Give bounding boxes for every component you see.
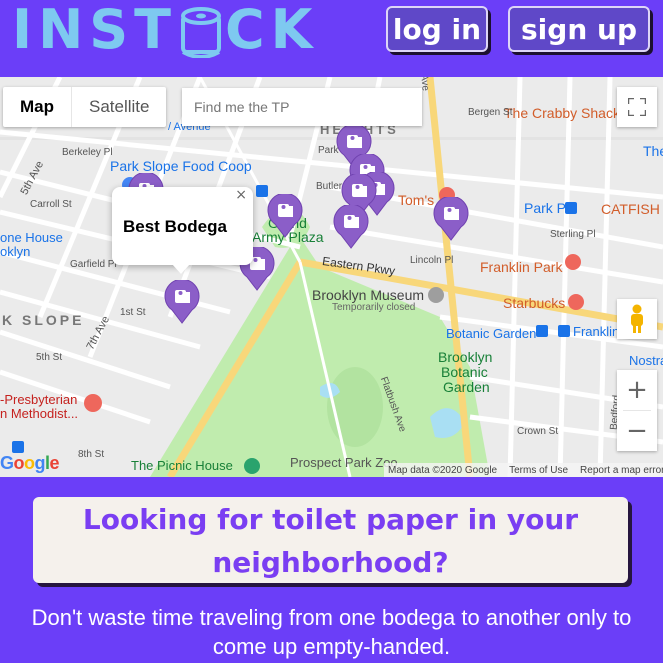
street-label: 7th Ave	[84, 314, 113, 352]
header: INST CK log in sign up	[0, 0, 663, 77]
toilet-paper-marker[interactable]	[333, 203, 369, 249]
poi-label: Franklin	[573, 324, 620, 339]
map-data-label: Map data ©2020 Google	[388, 464, 498, 476]
logo-text-left: INST	[12, 0, 178, 61]
poi-label[interactable]: The Crabby Shack	[504, 105, 620, 121]
close-icon[interactable]: ×	[235, 187, 247, 203]
poi-label: oklyn	[0, 244, 31, 259]
poi-label: The Picnic House	[131, 458, 233, 473]
poi-label: Nostra	[629, 353, 663, 368]
poi-label[interactable]: Park Slope Food Coop	[110, 158, 252, 174]
poi-label: Park Pl	[524, 200, 570, 216]
pegman-icon	[631, 304, 643, 333]
subtext-line-2: come up empty-handed.	[212, 634, 451, 659]
toilet-paper-marker[interactable]	[267, 192, 303, 238]
poi-label: Brooklyn	[438, 349, 493, 365]
map-type-map-button[interactable]: Map	[3, 87, 71, 127]
poi-label: Botanic	[441, 364, 488, 380]
toilet-paper-marker[interactable]	[164, 278, 200, 324]
hero-line-1: Looking for toilet paper in your	[82, 503, 579, 536]
hero-card: Looking for toilet paper in your neighbo…	[33, 497, 628, 583]
fullscreen-button[interactable]	[617, 87, 657, 127]
info-window-tail	[172, 264, 190, 274]
street-label: Eastern Pkwy	[321, 253, 396, 279]
poi-label[interactable]: CATFISH	[601, 201, 660, 217]
hero-line-2: neighborhood?	[212, 546, 449, 579]
poi-sublabel: Temporarily closed	[332, 302, 416, 313]
poi-label[interactable]: Starbucks	[503, 295, 565, 311]
subtext: Don't waste time traveling from one bode…	[0, 603, 663, 661]
poi-label[interactable]: Tom's	[398, 192, 434, 208]
map[interactable]: Park Slope Food Coop Grand Army Plaza Ea…	[0, 77, 663, 477]
terms-link[interactable]: Terms of Use	[509, 465, 568, 476]
street-label: Lincoln Pl	[410, 255, 454, 266]
map-type-control: Map Satellite	[3, 87, 167, 127]
street-label: Garfield Pl	[70, 259, 117, 270]
page: INST CK log in sign up Park Slope Food C…	[0, 0, 663, 663]
signup-button[interactable]: sign up	[508, 6, 650, 52]
zoom-control: + −	[617, 370, 657, 451]
street-label: 5th Ave	[18, 159, 47, 197]
zoom-in-button[interactable]: +	[617, 370, 657, 410]
logo[interactable]: INST CK	[12, 0, 319, 60]
subtext-line-1: Don't waste time traveling from one bode…	[31, 605, 632, 630]
street-label: 5th St	[36, 352, 63, 363]
poi-label: Prospect Park Zoo	[290, 455, 398, 470]
street-label: 1st St	[120, 307, 146, 318]
poi-label: Botanic Garden	[446, 326, 537, 341]
logo-text-right: CK	[225, 0, 319, 61]
info-window: Best Bodega ×	[112, 187, 253, 274]
street-label: Crown St	[517, 426, 559, 437]
login-button[interactable]: log in	[386, 6, 488, 52]
search-input[interactable]	[182, 88, 422, 126]
poi-label[interactable]: Brooklyn Museum	[312, 287, 424, 303]
street-label: 8th St	[78, 449, 105, 460]
street-label: Carroll St	[30, 199, 72, 210]
map-labels: Park Slope Food Coop Grand Army Plaza Ea…	[0, 77, 663, 477]
map-type-satellite-button[interactable]: Satellite	[71, 87, 166, 127]
poi-label: Garden	[443, 379, 490, 395]
toilet-paper-marker[interactable]	[433, 195, 469, 241]
poi-label: -Presbyterian	[0, 392, 78, 407]
toilet-roll-icon	[179, 6, 223, 59]
map-attribution: Map data ©2020 Google Terms of Use Repor…	[384, 463, 663, 477]
poi-label: n Methodist...	[0, 406, 79, 421]
neighborhood-label: K SLOPE	[2, 312, 85, 328]
street-label: Bergen St	[468, 107, 513, 118]
zoom-out-button[interactable]: −	[617, 411, 657, 451]
info-window-title: Best Bodega	[123, 217, 227, 236]
street-label: Sterling Pl	[550, 229, 596, 240]
street-label: Flatbush Ave	[377, 375, 408, 434]
poi-label: The	[643, 143, 663, 159]
report-error-link[interactable]: Report a map error	[580, 465, 663, 476]
poi-label: one House	[0, 230, 63, 245]
poi-label[interactable]: Franklin Park	[480, 259, 562, 275]
google-logo[interactable]: Google	[0, 453, 60, 474]
street-label: Berkeley Pl	[62, 147, 113, 158]
fullscreen-icon	[628, 98, 646, 116]
street-view-pegman[interactable]	[617, 299, 657, 339]
